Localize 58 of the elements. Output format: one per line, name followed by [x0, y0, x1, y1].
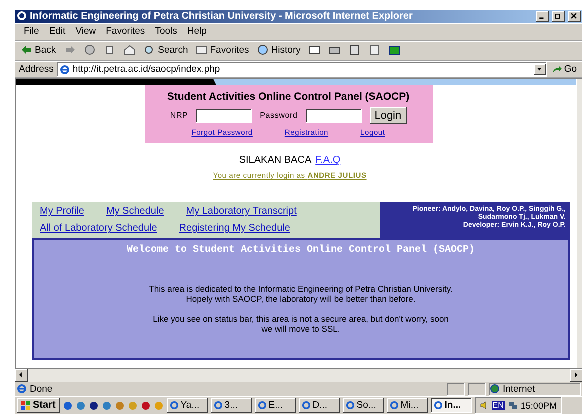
- home-icon[interactable]: [122, 45, 138, 56]
- toolbar-button[interactable]: Search: [142, 45, 190, 56]
- nav-link[interactable]: My Profile: [40, 206, 84, 218]
- faq-prompt: SILAKAN BACA: [239, 155, 312, 166]
- scroll-right-icon[interactable]: [570, 369, 582, 382]
- nrp-label: NRP: [170, 111, 188, 120]
- taskbar-button[interactable]: 3...: [210, 398, 252, 413]
- taskbar-button[interactable]: E...: [254, 398, 296, 413]
- speaker-icon[interactable]: [480, 401, 489, 410]
- horizontal-scrollbar[interactable]: [15, 369, 582, 382]
- faq-link[interactable]: F.A.Q: [316, 155, 341, 166]
- go-button[interactable]: Go: [550, 64, 579, 75]
- nrp-field[interactable]: [196, 108, 252, 123]
- nav-link[interactable]: My Laboratory Transcript: [186, 206, 297, 218]
- start-button[interactable]: Start: [17, 398, 60, 413]
- restore-icon[interactable]: [552, 10, 565, 22]
- taskbar-button[interactable]: So...: [342, 398, 384, 413]
- welcome-paragraph: Like you see on status bar, this area is not a secure area, but don't worry, soon we will move to SSL.: [153, 314, 449, 334]
- back-arrow-icon: [21, 45, 33, 56]
- password-label: Password: [260, 111, 298, 120]
- menu-item[interactable]: Help: [182, 26, 212, 38]
- clock: 15:00PM: [520, 400, 557, 410]
- address-label: Address: [19, 64, 54, 75]
- nav-link[interactable]: My Schedule: [106, 206, 164, 218]
- address-field[interactable]: http://it.petra.ac.id/saocp/index.php: [56, 62, 548, 77]
- panel-title: Student Activities Online Control Panel (SAOCP): [167, 91, 410, 104]
- globe-icon: [490, 384, 500, 394]
- zone-pane: Internet: [489, 382, 581, 396]
- taskbar-button[interactable]: D...: [298, 398, 340, 413]
- menu-item[interactable]: View: [70, 26, 102, 38]
- menu-item[interactable]: File: [19, 26, 44, 38]
- minimize-icon[interactable]: [536, 10, 549, 22]
- window-title: Informatic Engineering of Petra Christian University - Microsoft Internet Explorer: [30, 10, 414, 22]
- status-pane: [447, 382, 465, 396]
- menu-item[interactable]: Edit: [44, 26, 71, 38]
- taskbar-button[interactable]: In...: [430, 398, 472, 413]
- dropdown-icon[interactable]: [534, 64, 546, 75]
- status-text: Done: [30, 384, 54, 395]
- welcome-paragraph: This area is dedicated to the Informatic Engineering of Petra Christian University. Hopely with SAOCP, the laboratory will be better than before.: [149, 284, 453, 304]
- menu-item[interactable]: Favorites: [101, 26, 150, 38]
- taskbar-button[interactable]: Ya...: [166, 398, 208, 413]
- go-arrow-icon: [552, 64, 562, 74]
- scroll-left-icon[interactable]: [15, 369, 28, 382]
- login-button[interactable]: Login: [370, 107, 407, 124]
- toolbar-button[interactable]: History: [255, 45, 303, 56]
- nav-link[interactable]: Registering My Schedule: [179, 223, 290, 234]
- windows-logo-icon: [21, 401, 31, 410]
- nav-link[interactable]: All of Laboratory Schedule: [40, 223, 158, 234]
- network-icon[interactable]: [508, 401, 518, 410]
- welcome-title: Welcome to Student Activities Online Control Panel (SAOCP): [126, 245, 476, 256]
- taskbar-button[interactable]: Mi...: [386, 398, 428, 413]
- menu-item[interactable]: Tools: [150, 26, 182, 38]
- language-indicator[interactable]: EN: [492, 401, 505, 410]
- vertical-scrollbar[interactable]: [576, 79, 582, 368]
- close-icon[interactable]: [568, 10, 581, 22]
- password-field[interactable]: [306, 108, 362, 123]
- toolbar-button[interactable]: Back: [19, 45, 58, 56]
- toolbar-button[interactable]: Favorites: [194, 45, 252, 56]
